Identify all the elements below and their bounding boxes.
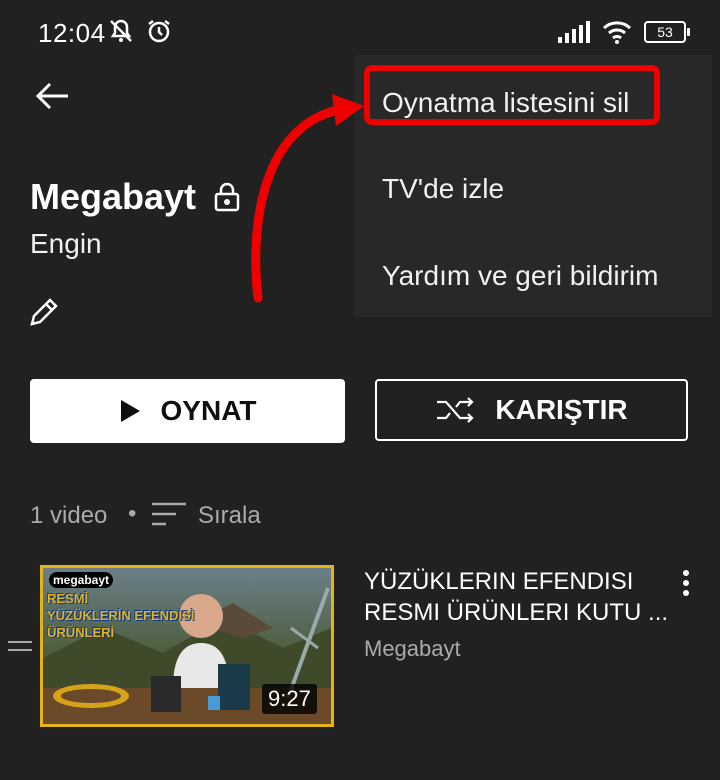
shuffle-icon <box>437 397 474 423</box>
menu-item-help-feedback[interactable]: Yardım ve geri bildirim <box>382 260 658 292</box>
shuffle-button[interactable]: KARIŞTIR <box>375 379 688 441</box>
playlist-owner[interactable]: Engin <box>30 228 102 260</box>
play-button[interactable]: OYNAT <box>30 379 345 443</box>
video-duration: 9:27 <box>262 684 317 714</box>
video-title[interactable]: YÜZÜKLERIN EFENDISI RESMI ÜRÜNLERI KUTU … <box>364 566 674 628</box>
sort-icon[interactable] <box>152 500 188 530</box>
status-icons-right: 53 <box>558 20 690 44</box>
more-options-icon[interactable] <box>682 570 690 596</box>
menu-item-watch-on-tv[interactable]: TV'de izle <box>382 173 504 205</box>
playlist-title: Megabayt <box>30 176 197 217</box>
thumb-caption: RESMİ YÜZÜKLERİN EFENDİSİ ÜRÜNLERİ <box>47 591 195 640</box>
sort-label[interactable]: Sırala <box>198 502 261 530</box>
video-channel[interactable]: Megabayt <box>364 636 461 662</box>
status-icons-left <box>108 18 172 44</box>
annotation-arrow <box>251 94 364 303</box>
pencil-icon[interactable] <box>26 294 62 330</box>
alarm-icon <box>148 20 170 43</box>
signal-icon <box>558 21 590 43</box>
lock-icon <box>214 182 240 212</box>
status-time: 12:04 <box>38 18 106 48</box>
play-icon <box>120 400 140 422</box>
annotation-highlight-box <box>364 65 660 125</box>
wifi-icon <box>602 21 632 44</box>
separator-dot: • <box>128 500 137 527</box>
mute-notification-icon <box>110 19 132 42</box>
video-count: 1 video <box>30 502 108 529</box>
shuffle-button-label: KARIŞTIR <box>495 394 628 425</box>
drag-handle-icon[interactable] <box>8 640 32 652</box>
play-button-label: OYNAT <box>160 395 257 426</box>
back-arrow-icon[interactable] <box>32 80 72 112</box>
thumb-brand: megabayt <box>49 572 114 588</box>
battery-icon: 53 <box>644 21 690 43</box>
